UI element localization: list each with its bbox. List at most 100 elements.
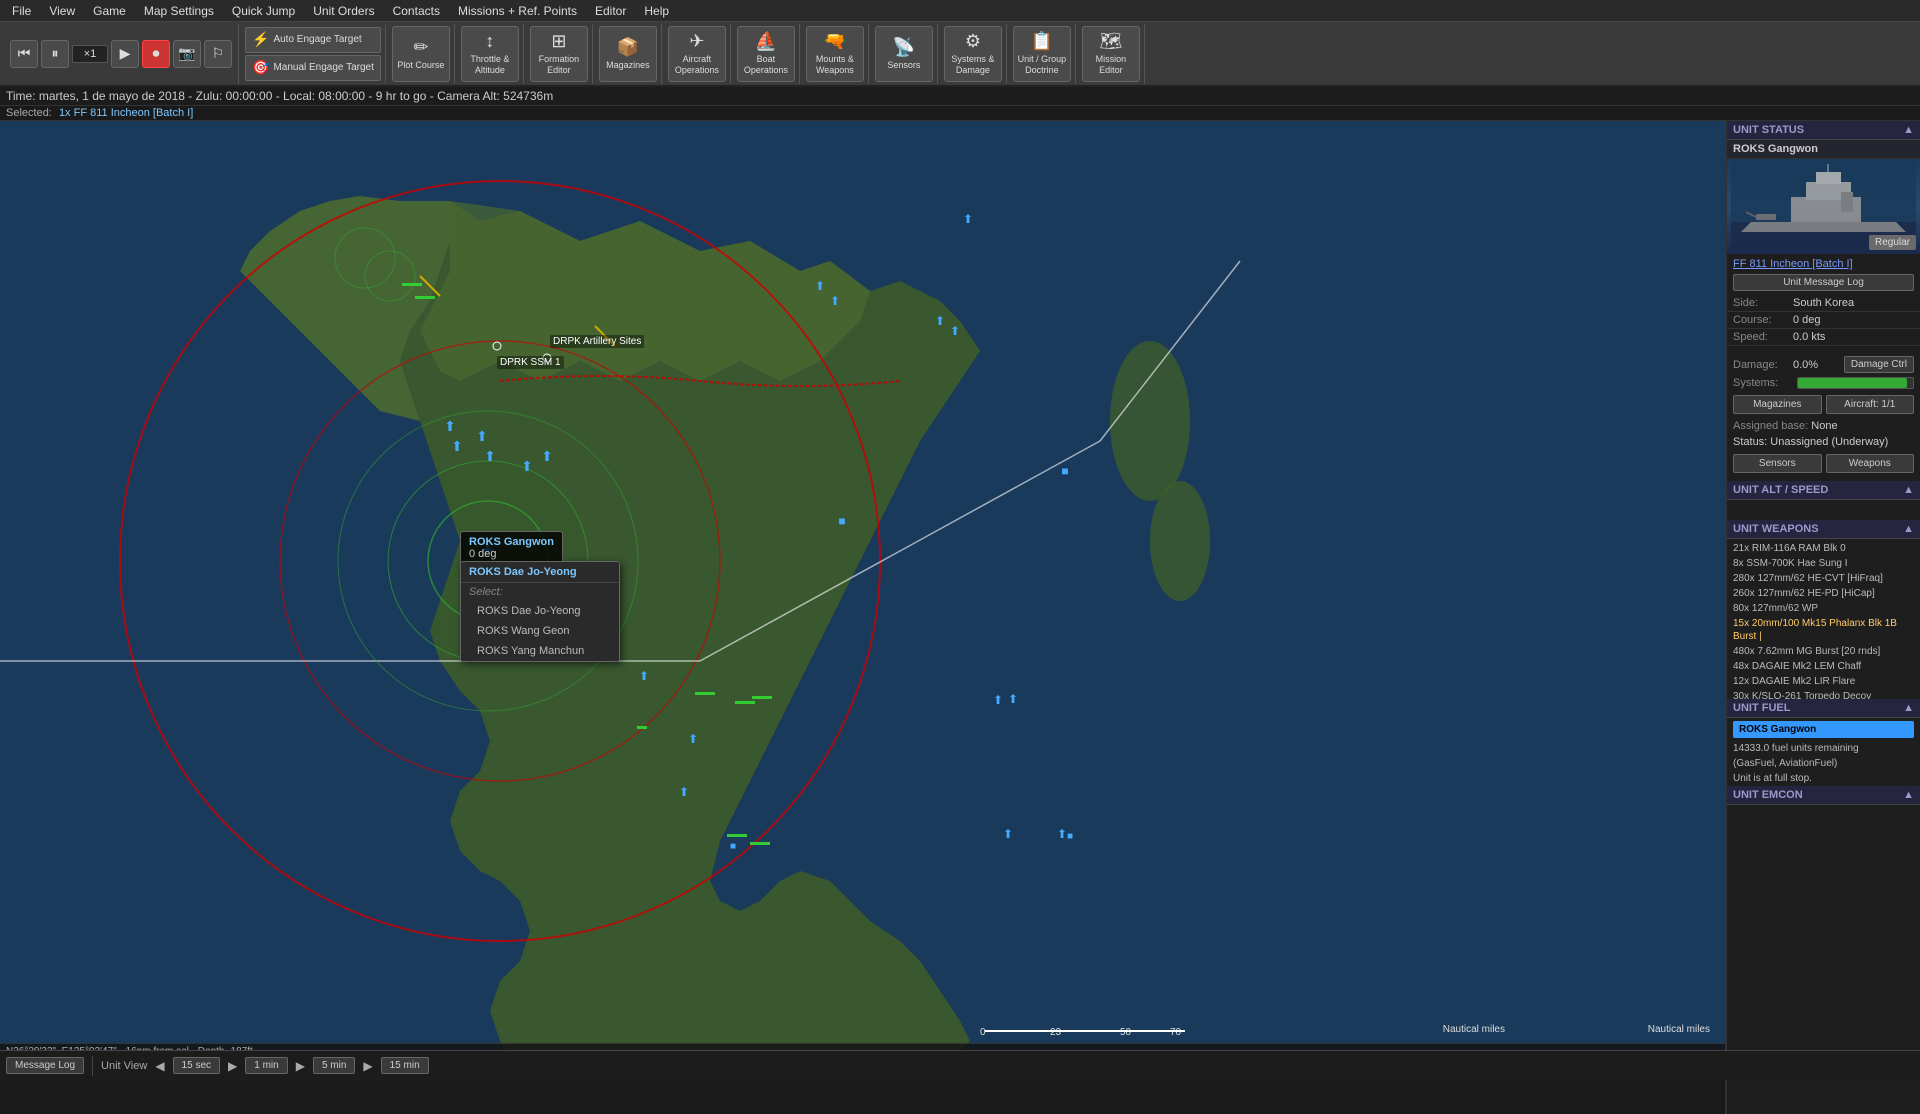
aircraft-ops-button[interactable]: ✈ Aircraft Operations	[668, 26, 726, 82]
aircraft-action-button[interactable]: Aircraft: 1/1	[1826, 395, 1915, 414]
play-button[interactable]: ▶	[111, 40, 139, 68]
ctx-item-wang-geon[interactable]: ROKS Wang Geon	[461, 621, 619, 641]
unit-snav-8[interactable]: ■	[730, 841, 736, 852]
sensors-action-button[interactable]: Sensors	[1733, 454, 1822, 473]
menu-game[interactable]: Game	[85, 2, 134, 20]
unit-link[interactable]: FF 811 Incheon [Batch I]	[1727, 254, 1920, 274]
throttle-button[interactable]: ↕ Throttle & Altitude	[461, 26, 519, 82]
speed-label: Speed:	[1733, 331, 1793, 343]
menu-quick-jump[interactable]: Quick Jump	[224, 2, 303, 20]
fuel-section-collapse[interactable]: ▲	[1903, 702, 1914, 714]
unit-east-3[interactable]: ■	[1055, 461, 1075, 481]
weapon-3[interactable]: 260x 127mm/62 HE-PD [HiCap]	[1733, 586, 1914, 601]
map-area[interactable]: ✚ ⬆ ⬆ ⬆ ⬆ ⬆ ⬆ ⬆ ⬆ ⬆ ⬆ ⬆ ■ ■ ▬▬ ▬▬ ▬▬ ▬▬ …	[0, 121, 1725, 1070]
unit-south-1[interactable]: ▬▬	[695, 687, 715, 698]
unit-status-title: UNIT STATUS ▲	[1727, 121, 1920, 140]
unit-snav-2[interactable]: ⬆	[1008, 692, 1018, 706]
menu-view[interactable]: View	[41, 2, 83, 20]
emcon-section-collapse[interactable]: ▲	[1903, 789, 1914, 801]
auto-engage-button[interactable]: ⚡ Auto Engage Target	[245, 27, 381, 53]
time-display: Time: martes, 1 de mayo de 2018 - Zulu: …	[6, 89, 553, 103]
weapon-4[interactable]: 80x 127mm/62 WP	[1733, 601, 1914, 616]
alt-speed-collapse[interactable]: ▲	[1903, 484, 1914, 496]
weapon-1[interactable]: 8x SSM-700K Hae Sung I	[1733, 556, 1914, 571]
doctrine-button[interactable]: 📋 Unit / Group Doctrine	[1013, 26, 1071, 82]
ctx-item-dae-jo-yeong[interactable]: ROKS Dae Jo-Yeong	[461, 601, 619, 621]
menu-missions[interactable]: Missions + Ref. Points	[450, 2, 585, 20]
doctrine-label: Unit / Group Doctrine	[1016, 54, 1068, 76]
unit-east-2[interactable]: ⬆	[945, 321, 965, 341]
pause-button[interactable]: ⏸	[41, 40, 69, 68]
weapon-8[interactable]: 12x DAGAIE Mk2 LIR Flare	[1733, 674, 1914, 689]
unit-friendly-2[interactable]: ⬆	[447, 436, 467, 456]
damage-label: Damage:	[1733, 359, 1793, 371]
unit-north-1[interactable]: ⬆	[958, 209, 978, 229]
next-1min-icon[interactable]: ▶	[296, 1059, 305, 1073]
next-15sec-icon[interactable]: ▶	[228, 1059, 237, 1073]
menu-map-settings[interactable]: Map Settings	[136, 2, 222, 20]
mounts-button[interactable]: 🔫 Mounts & Weapons	[806, 26, 864, 82]
menu-file[interactable]: File	[4, 2, 39, 20]
unit-ground-2[interactable]: ▬▬	[415, 291, 435, 302]
unit-south-5[interactable]: ▬▬	[727, 829, 747, 840]
ctx-item-yang-manchun[interactable]: ROKS Yang Manchun	[461, 641, 619, 661]
mission-editor-button[interactable]: 🗺 Mission Editor	[1082, 26, 1140, 82]
weapon-9[interactable]: 30x K/SLQ-261 Torpedo Decoy	[1733, 689, 1914, 699]
time-step-5min[interactable]: 5 min	[313, 1057, 355, 1074]
weapon-7[interactable]: 48x DAGAIE Mk2 LEM Chaff	[1733, 659, 1914, 674]
unit-south-4[interactable]: ▬	[637, 721, 647, 732]
message-log-bottom-button[interactable]: Message Log	[6, 1057, 84, 1074]
unit-friendly-5[interactable]: ⬆	[537, 446, 557, 466]
manual-engage-button[interactable]: 🎯 Manual Engage Target	[245, 55, 381, 81]
unit-friendly-4[interactable]: ⬆	[517, 456, 537, 476]
unit-south-3[interactable]: ▬▬	[752, 691, 772, 702]
rewind-button[interactable]: ⏮	[10, 40, 38, 68]
menu-unit-orders[interactable]: Unit Orders	[305, 2, 382, 20]
formation-button[interactable]: ⊞ Formation Editor	[530, 26, 588, 82]
sensors-button[interactable]: 📡 Sensors	[875, 26, 933, 82]
bookmark-button[interactable]: ⚐	[204, 40, 232, 68]
menu-help[interactable]: Help	[636, 2, 677, 20]
message-log-button[interactable]: Unit Message Log	[1733, 274, 1914, 291]
record-button[interactable]: ⏺	[142, 40, 170, 68]
unit-friendly-1[interactable]: ⬆	[472, 426, 492, 446]
alt-speed-label: UNIT ALT / SPEED	[1733, 484, 1828, 496]
unit-friendly-3[interactable]: ⬆	[480, 446, 500, 466]
magazines-action-button[interactable]: Magazines	[1733, 395, 1822, 414]
unit-ground-1[interactable]: ▬▬	[402, 278, 422, 289]
weapons-section-collapse[interactable]: ▲	[1903, 523, 1914, 535]
unit-snav-6[interactable]: ⬆	[1057, 827, 1067, 841]
unit-snav-3[interactable]: ⬆	[993, 693, 1003, 707]
time-step-1min[interactable]: 1 min	[245, 1057, 287, 1074]
next-5min-icon[interactable]: ▶	[363, 1059, 372, 1073]
systems-label: Systems:	[1733, 377, 1793, 389]
unit-north-3[interactable]: ⬆	[825, 291, 845, 311]
time-step-15sec[interactable]: 15 sec	[173, 1057, 220, 1074]
unit-snav-4[interactable]: ⬆	[688, 732, 698, 746]
fuel-remaining: 14333.0 fuel units remaining	[1727, 741, 1920, 756]
weapons-action-button[interactable]: Weapons	[1826, 454, 1915, 473]
weapon-5[interactable]: 15x 20mm/100 Mk15 Phalanx Blk 1B Burst |	[1733, 616, 1914, 644]
unit-friendly-6[interactable]: ⬆	[440, 416, 460, 436]
boat-ops-button[interactable]: ⛵ Boat Operations	[737, 26, 795, 82]
unit-south-6[interactable]: ▬▬	[750, 837, 770, 848]
weapon-6[interactable]: 480x 7.62mm MG Burst [20 rnds]	[1733, 644, 1914, 659]
unit-snav-1[interactable]: ⬆	[639, 669, 649, 683]
prev-icon[interactable]: ◀	[155, 1059, 164, 1073]
weapon-0[interactable]: 21x RIM-116A RAM Blk 0	[1733, 541, 1914, 556]
unit-snav-9[interactable]: ■	[1067, 831, 1073, 842]
weapon-2[interactable]: 280x 127mm/62 HE-CVT [HiFraq]	[1733, 571, 1914, 586]
time-step-15min[interactable]: 15 min	[381, 1057, 429, 1074]
menu-editor[interactable]: Editor	[587, 2, 634, 20]
systems-button[interactable]: ⚙ Systems & Damage	[944, 26, 1002, 82]
unit-snav-7[interactable]: ⬆	[1003, 827, 1013, 841]
plot-course-button[interactable]: ✏ Plot Course	[392, 26, 450, 82]
unit-east-4[interactable]: ■	[832, 511, 852, 531]
damage-ctrl-button[interactable]: Damage Ctrl	[1844, 356, 1914, 373]
unit-status-collapse[interactable]: ▲	[1903, 124, 1914, 136]
camera-button[interactable]: 📷	[173, 40, 201, 68]
magazines-button[interactable]: 📦 Magazines	[599, 26, 657, 82]
systems-bar-container	[1797, 377, 1914, 389]
menu-contacts[interactable]: Contacts	[385, 2, 448, 20]
unit-snav-5[interactable]: ⬆	[679, 785, 689, 799]
